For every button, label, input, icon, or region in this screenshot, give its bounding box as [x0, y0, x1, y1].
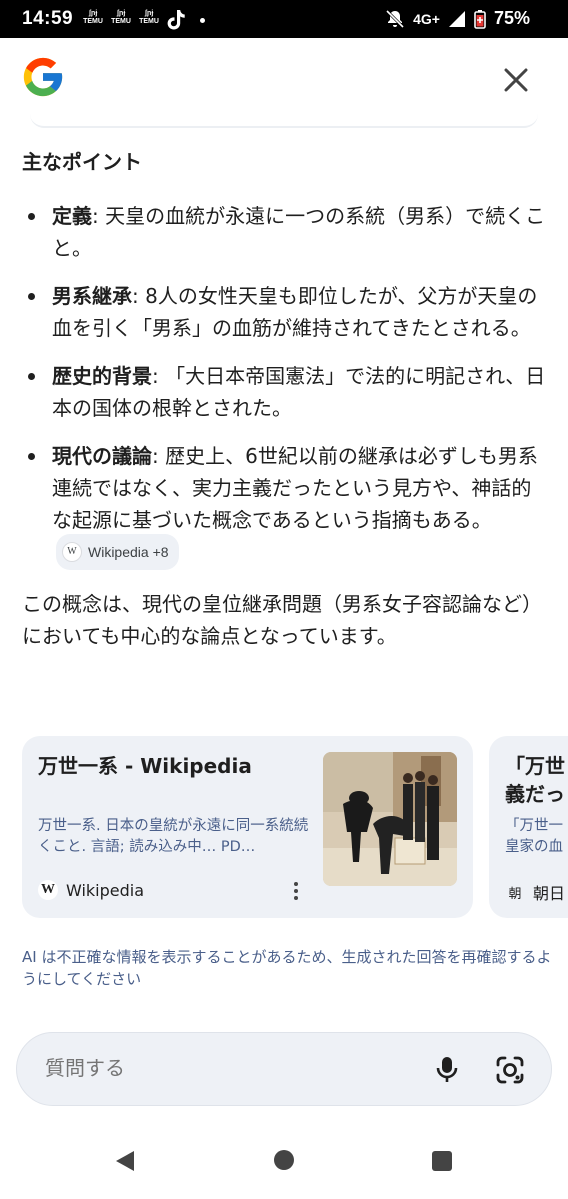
source-card[interactable]: 「万世 義だっ 「万世一 皇家の血 朝 朝日 — [489, 736, 568, 918]
card-source: 朝 朝日 — [505, 880, 565, 904]
status-right: 4G+ 75% — [385, 8, 530, 29]
source-chip-label: Wikipedia +8 — [88, 544, 169, 560]
list-item: 現代の議論: 歴史上、6世紀以前の継承は必ずしも男系連続ではなく、実力主義だった… — [22, 440, 550, 572]
key-points-list: 定義: 天皇の血統が永遠に一つの系統（男系）で続くこと。 男系継承: 8人の女性… — [22, 200, 550, 572]
recent-apps-icon[interactable] — [432, 1151, 452, 1171]
ai-disclaimer: AI は不正確な情報を表示することがあるため、生成された回答を再確認するようにし… — [22, 948, 552, 988]
tiktok-icon — [167, 10, 185, 30]
system-nav-bar — [0, 1126, 568, 1199]
point-text: : 天皇の血統が永遠に一つの系統（男系）で続くこと。 — [52, 204, 546, 260]
card-source: W Wikipedia — [38, 880, 144, 900]
temu-notification-icon: ʃɲɉ TEMU — [111, 10, 131, 25]
header — [0, 38, 568, 118]
google-lens-icon[interactable] — [493, 1053, 527, 1087]
signal-icon — [448, 10, 465, 27]
back-icon[interactable] — [114, 1150, 136, 1172]
temu-notification-icon: ʃɲɉ TEMU — [83, 10, 103, 25]
more-options-icon[interactable] — [288, 880, 304, 902]
status-time: 14:59 — [22, 8, 74, 29]
bullet — [28, 373, 35, 380]
section-heading: 主なポイント — [22, 150, 142, 174]
google-logo-icon — [23, 57, 63, 97]
summary-text: この概念は、現代の皇位継承問題（男系女子容認論など）においても中心的な論点となっ… — [22, 592, 542, 648]
question-input[interactable] — [43, 1055, 407, 1081]
point-term: 男系継承 — [52, 284, 132, 308]
home-icon[interactable] — [274, 1150, 294, 1170]
point-term: 定義 — [52, 204, 92, 228]
more-notifications-dot — [200, 17, 205, 23]
wikipedia-icon: W — [38, 880, 58, 900]
point-term: 歴史的背景 — [52, 364, 152, 388]
battery-percent: 75% — [493, 8, 530, 28]
ask-bar — [16, 1032, 552, 1106]
network-type: 4G+ — [413, 10, 440, 27]
microphone-icon[interactable] — [431, 1053, 463, 1085]
temu-notification-icon: ʃɲɉ TEMU — [139, 10, 159, 25]
previous-card-edge — [30, 112, 538, 128]
notification-icons: ʃɲɉ TEMU ʃɲɉ TEMU ʃɲɉ TEMU — [82, 9, 205, 31]
card-snippet: 万世一系. 日本の皇統が永遠に同一系統続くこと. 言語; 読み込み中… PD… — [38, 818, 309, 855]
source-chip[interactable]: W Wikipedia +8 — [56, 534, 179, 570]
source-card[interactable]: 万世一系 - Wikipedia 万世一系. 日本の皇統が永遠に同一系統続くこと… — [22, 736, 473, 918]
status-bar: 14:59 ʃɲɉ TEMU ʃɲɉ TEMU ʃɲɉ TEMU 4G+ 75% — [0, 0, 568, 38]
card-thumbnail — [323, 752, 457, 886]
wikipedia-icon: W — [62, 542, 82, 562]
list-item: 定義: 天皇の血統が永遠に一つの系統（男系）で続くこと。 — [22, 200, 550, 264]
bullet — [28, 213, 35, 220]
point-term: 現代の議論 — [52, 444, 152, 468]
card-snippet: 「万世一 皇家の血 — [505, 818, 563, 855]
close-icon[interactable] — [498, 62, 534, 98]
card-source-name: 朝日 — [533, 884, 566, 903]
list-item: 男系継承: 8人の女性天皇も即位したが、父方が天皇の血を引く「男系」の血筋が維持… — [22, 280, 550, 344]
muted-bell-icon — [386, 9, 405, 28]
list-item: 歴史的背景: 「大日本帝国憲法」で法的に明記され、日本の国体の根幹とされた。 — [22, 360, 550, 424]
asahi-icon: 朝 — [508, 886, 522, 902]
bullet — [28, 293, 35, 300]
card-title: 「万世 義だっ — [505, 754, 565, 806]
battery-saver-icon — [474, 9, 486, 29]
card-title: 万世一系 - Wikipedia — [38, 754, 252, 778]
card-source-name: Wikipedia — [66, 880, 145, 900]
source-cards-carousel[interactable]: 万世一系 - Wikipedia 万世一系. 日本の皇統が永遠に同一系統続くこと… — [22, 736, 568, 918]
ai-overview-content: 主なポイント 定義: 天皇の血統が永遠に一つの系統（男系）で続くこと。 男系継承… — [22, 146, 550, 652]
bullet — [28, 453, 35, 460]
